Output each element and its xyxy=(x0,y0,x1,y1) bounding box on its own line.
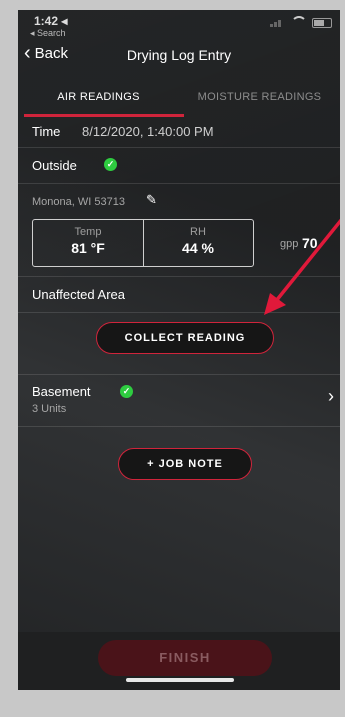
check-icon: ✓ xyxy=(104,158,117,171)
job-note-button[interactable]: + JOB NOTE xyxy=(118,448,252,480)
collect-reading-button[interactable]: COLLECT READING xyxy=(96,322,274,354)
temp-caption: Temp xyxy=(74,226,102,238)
unaffected-area-label: Unaffected Area xyxy=(32,287,125,302)
basement-row[interactable]: Basement ✓ 3 Units › xyxy=(18,374,340,427)
outside-readings-box[interactable]: Temp 81 °F RH 44 % xyxy=(32,219,254,267)
outside-label: Outside xyxy=(32,158,77,173)
outside-header: Outside ✓ xyxy=(18,147,340,184)
time-label: Time xyxy=(32,124,61,139)
status-time: 1:42 ◂ xyxy=(34,14,68,28)
basement-units: 3 Units xyxy=(32,403,67,415)
rh-value: 44 % xyxy=(182,240,214,256)
status-icons xyxy=(270,16,332,29)
tab-bar: AIR READINGS MOISTURE READINGS xyxy=(18,72,340,116)
finish-button[interactable]: FINISH xyxy=(98,640,272,676)
temp-value: 81 °F xyxy=(71,240,105,256)
location-text: Monona, WI 53713 xyxy=(32,196,125,208)
time-row: Time 8/12/2020, 1:40:00 PM xyxy=(18,117,340,148)
status-bar: 1:42 ◂ ◂ Search xyxy=(18,10,340,38)
rh-cell: RH 44 % xyxy=(143,220,253,266)
temp-cell: Temp 81 °F xyxy=(33,220,144,266)
time-value: 8/12/2020, 1:40:00 PM xyxy=(82,124,214,139)
nav-bar: ‹ Back Drying Log Entry xyxy=(18,38,340,72)
annotation-arrow xyxy=(264,218,340,315)
check-icon: ✓ xyxy=(120,385,133,398)
tab-air-readings[interactable]: AIR READINGS xyxy=(18,72,179,116)
app-screen: 1:42 ◂ ◂ Search ‹ Back Drying Log Entry … xyxy=(18,10,340,690)
device-frame: 1:42 ◂ ◂ Search ‹ Back Drying Log Entry … xyxy=(0,0,345,717)
page-title: Drying Log Entry xyxy=(126,47,232,63)
tab-moisture-readings[interactable]: MOISTURE READINGS xyxy=(179,72,340,116)
battery-icon xyxy=(312,17,332,28)
home-indicator xyxy=(126,678,234,682)
chevron-right-icon: › xyxy=(328,386,334,406)
footer-bar: FINISH xyxy=(18,632,340,690)
rh-caption: RH xyxy=(190,226,206,238)
wifi-icon xyxy=(291,16,307,29)
signal-icon xyxy=(270,19,286,27)
basement-label: Basement xyxy=(32,384,91,399)
pencil-icon[interactable]: ✎ xyxy=(146,192,157,208)
